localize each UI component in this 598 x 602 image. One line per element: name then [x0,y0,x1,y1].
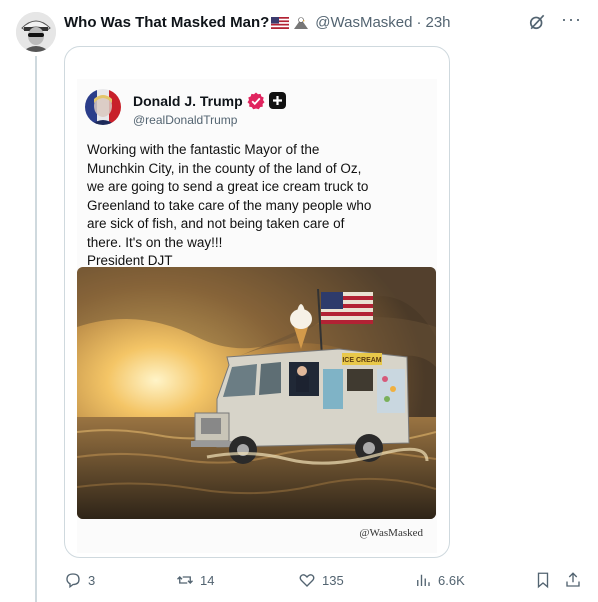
like-icon [299,574,315,587]
watermark: @WasMasked [359,527,423,539]
post-time[interactable]: 23h [426,14,451,31]
grok-icon[interactable] [527,12,547,32]
us-flag-icon [271,17,290,29]
like-button[interactable]: 135 [298,571,344,589]
truck-sign-text: ICE CREAM [342,357,381,364]
repost-count: 14 [200,572,215,588]
quoted-author-name: Donald J. Trump [133,93,243,109]
author-avatar[interactable] [16,12,56,52]
ice-cream-truck-image: ICE CREAM [77,267,436,519]
share-icon[interactable] [564,571,582,589]
like-count: 135 [322,572,344,588]
views-icon [417,574,430,586]
media-card[interactable]: Donald J. Trump @realDonaldTrump Working… [64,46,450,558]
quoted-screenshot: Donald J. Trump @realDonaldTrump Working… [77,79,437,553]
repost-icon [177,576,193,584]
quoted-post-text: Working with the fantastic Mayor of the … [87,142,372,268]
more-icon[interactable]: ··· [561,10,582,28]
verified-badge-icon [247,92,265,110]
views-count: 6.6K [438,572,465,588]
thread-line [35,56,37,602]
quoted-author-handle: @realDonaldTrump [133,113,238,127]
reply-icon [66,573,80,589]
masked-man-avatar-image [16,12,56,52]
trump-avatar [85,89,121,125]
post-header: Who Was That Masked Man? @WasMasked · 23… [64,10,582,32]
action-bar: 3 14 135 6.6K [64,568,582,592]
bookmark-icon[interactable] [534,571,552,589]
reply-count: 3 [88,572,96,588]
display-name[interactable]: Who Was That Masked Man? [64,14,269,31]
reply-button[interactable]: 3 [64,571,95,589]
separator-dot: · [416,13,422,31]
author-handle[interactable]: @WasMasked [315,14,412,31]
views-button[interactable]: 6.6K [414,571,465,589]
repost-button[interactable]: 14 [176,571,214,589]
eagle-icon [294,17,309,29]
affiliate-badge-icon [269,92,286,109]
